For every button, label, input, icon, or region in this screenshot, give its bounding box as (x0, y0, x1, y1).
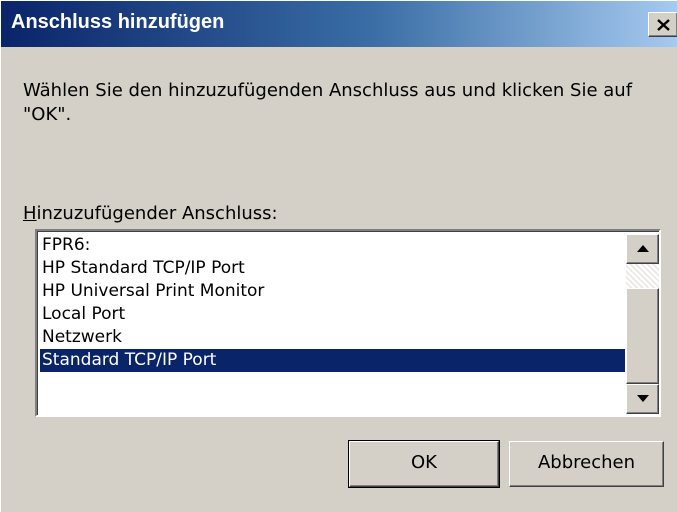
instruction-text: Wählen Sie den hinzuzufügenden Anschluss… (23, 80, 633, 125)
label-rest: inzuzufügender Anschluss: (36, 203, 278, 224)
arrow-down-icon (637, 395, 649, 402)
dialog-title: Anschluss hinzufügen (11, 11, 225, 33)
close-button[interactable] (648, 12, 677, 37)
list-item-local-port[interactable]: Local Port (40, 303, 625, 326)
vertical-scrollbar[interactable] (626, 234, 659, 414)
cancel-button[interactable]: Abbrechen (509, 441, 664, 487)
scroll-thumb[interactable] (626, 288, 659, 384)
title-bar[interactable]: Anschluss hinzufügen (1, 1, 677, 47)
list-item-hp-universal-print-monitor[interactable]: HP Universal Print Monitor (40, 280, 625, 303)
close-icon (657, 19, 670, 31)
port-list-label: Hinzuzufügender Anschluss: (23, 203, 278, 224)
label-mnemonic: H (23, 203, 37, 224)
listbox-frame: FPR6: HP Standard TCP/IP Port HP Univers… (37, 231, 659, 415)
list-item-fpr6[interactable]: FPR6: (40, 234, 625, 257)
port-listbox[interactable]: FPR6: HP Standard TCP/IP Port HP Univers… (35, 229, 661, 417)
arrow-up-icon (637, 245, 649, 252)
scroll-down-button[interactable] (626, 384, 659, 414)
list-item-hp-standard-tcpip[interactable]: HP Standard TCP/IP Port (40, 257, 625, 280)
scroll-up-button[interactable] (626, 234, 659, 264)
list-item-netzwerk[interactable]: Netzwerk (40, 326, 625, 349)
ok-button[interactable]: OK (348, 440, 500, 488)
port-list-items: FPR6: HP Standard TCP/IP Port HP Univers… (40, 234, 625, 372)
add-port-dialog: Anschluss hinzufügen Wählen Sie den hinz… (0, 0, 677, 512)
list-item-standard-tcpip[interactable]: Standard TCP/IP Port (40, 349, 625, 372)
